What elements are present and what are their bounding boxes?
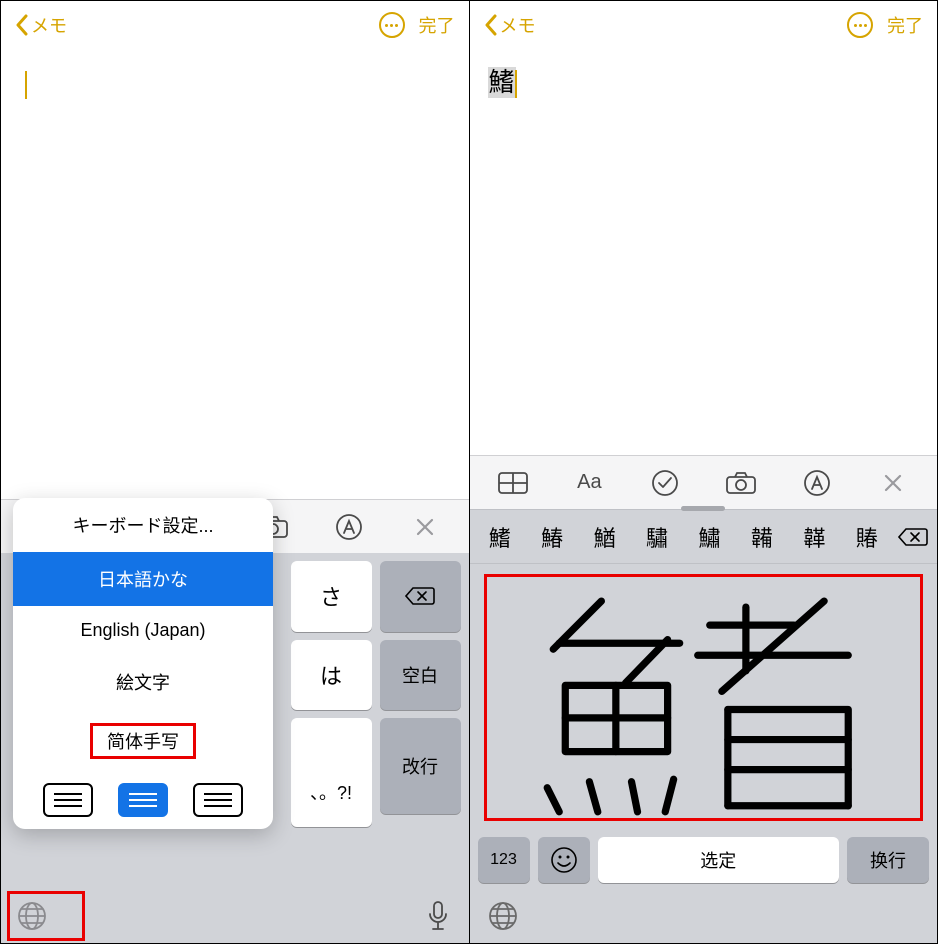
keyboard-footer [470,889,938,943]
delete-icon [405,586,435,606]
checklist-button[interactable] [627,456,703,509]
keyboard-layout-left[interactable] [43,783,93,817]
format-toolbar: Aa [470,455,938,509]
dictate-button[interactable] [417,901,459,931]
candidate[interactable]: 賰 [841,521,893,553]
emoji-icon [551,847,577,873]
key-space[interactable]: 空白 [380,640,461,711]
globe-highlight [7,891,85,941]
key-enter[interactable]: 换行 [847,837,929,883]
key-emoji[interactable] [538,837,590,883]
pane-right: メモ 完了 鰭 Aa [469,1,938,943]
markup-button[interactable] [311,500,387,553]
globe-icon [488,901,518,931]
markup-icon [804,470,830,496]
keyboard-switcher-popup: キーボード設定... 日本語かな English (Japan) 絵文字 简体手… [13,498,273,829]
note-editor[interactable] [1,49,469,499]
markup-icon [336,514,362,540]
candidate[interactable]: 鰌 [578,521,630,553]
close-button[interactable] [387,500,463,553]
text-cursor [25,71,27,99]
typed-text: 鰭 [488,67,516,98]
menu-item-handwriting[interactable]: 简体手写 [13,709,273,773]
more-button[interactable] [847,12,873,38]
done-button[interactable]: 完了 [887,12,923,38]
candidate[interactable]: 鱐 [683,521,735,553]
table-button[interactable] [476,456,552,509]
menu-item-kana[interactable]: 日本語かな [13,552,273,606]
header: メモ 完了 [1,1,469,49]
keyboard: 鰭 鰆 鰌 驌 鱐 韛 韚 賰 [470,509,938,889]
candidate[interactable]: 韛 [736,521,788,553]
key-delete[interactable] [380,561,461,632]
keyboard-layout-row [13,773,273,823]
keyboard-layout-right[interactable] [193,783,243,817]
menu-item-english[interactable]: English (Japan) [13,606,273,655]
keyboard-layout-center[interactable] [118,783,168,817]
candidate[interactable]: 韚 [788,521,840,553]
delete-icon [898,527,928,547]
chevron-left-icon [484,14,498,36]
check-icon [652,470,678,496]
camera-icon [726,472,756,494]
globe-button[interactable] [488,901,518,931]
grabber[interactable] [681,506,725,511]
note-editor[interactable]: 鰭 [470,49,938,455]
candidate[interactable]: 驌 [631,521,683,553]
back-label: メモ [31,12,67,38]
candidate[interactable]: 鰆 [526,521,578,553]
key-punct[interactable]: 、。?! [291,756,372,827]
close-icon [883,473,903,493]
more-button[interactable] [379,12,405,38]
handwriting-strokes [487,577,921,818]
pane-left: メモ 完了 [1,1,469,943]
table-icon [498,472,528,494]
menu-item-emoji[interactable]: 絵文字 [13,655,273,709]
back-button[interactable]: メモ [15,12,67,38]
keyboard: さ は 空白 ら 改行 、。?! [1,553,469,943]
handwriting-area[interactable] [470,564,938,831]
markup-button[interactable] [779,456,855,509]
close-button[interactable] [855,456,931,509]
handwriting-highlight: 简体手写 [90,723,196,759]
key-numbers[interactable]: 123 [478,837,530,883]
back-label: メモ [500,12,536,38]
handwriting-highlight [484,574,924,821]
header: メモ 完了 [470,1,938,49]
keyboard-bottom-row: 123 选定 换行 [470,831,938,889]
microphone-icon [427,901,449,931]
camera-button[interactable] [703,456,779,509]
close-icon [415,517,435,537]
done-button[interactable]: 完了 [419,12,455,38]
chevron-left-icon [15,14,29,36]
key-sa[interactable]: さ [291,561,372,632]
candidate-delete[interactable] [893,527,933,547]
candidate[interactable]: 鰭 [474,521,526,553]
back-button[interactable]: メモ [484,12,536,38]
text-cursor [515,70,517,98]
text-style-button[interactable]: Aa [551,456,627,509]
key-ha[interactable]: は [291,640,372,711]
menu-keyboard-settings[interactable]: キーボード設定... [13,498,273,552]
candidate-bar: 鰭 鰆 鰌 驌 鱐 韛 韚 賰 [470,510,938,564]
key-select[interactable]: 选定 [598,837,840,883]
